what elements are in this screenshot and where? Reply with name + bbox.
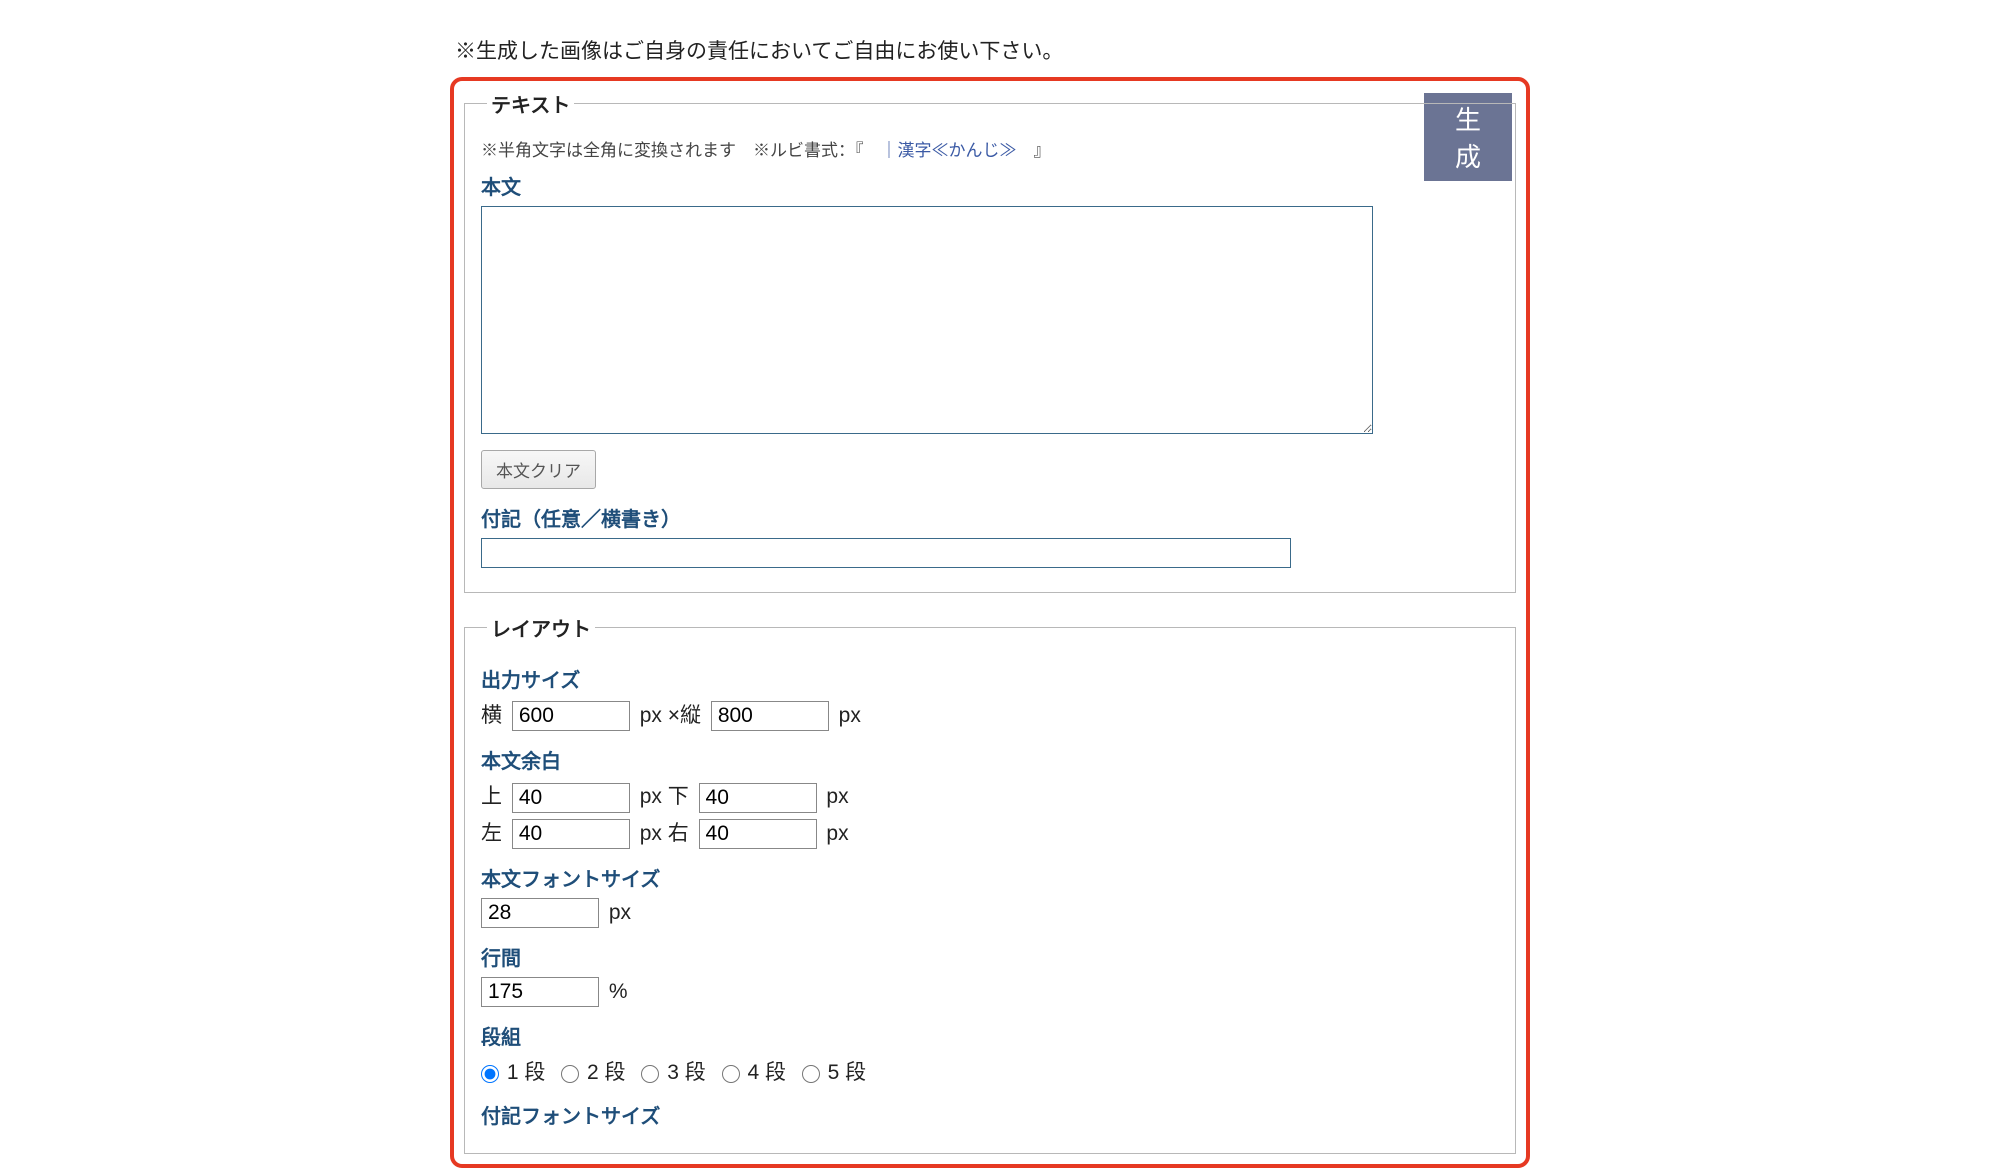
columns-option-5[interactable]: 5 段 <box>802 1061 866 1084</box>
font-size-input[interactable] <box>481 898 599 928</box>
layout-section: レイアウト 出力サイズ 横 px ×縦 px 本文余白 上 px 下 px <box>464 613 1516 1154</box>
text-section-note: ※半角文字は全角に変換されます ※ルビ書式：『 ｜漢字≪かんじ≫ 』 <box>481 136 1499 161</box>
ruby-format-example: ｜漢字≪かんじ≫ <box>881 141 1017 160</box>
margin-left-label: 左 <box>481 817 502 847</box>
columns-radio-1[interactable] <box>481 1065 499 1083</box>
note-label: 付記（任意／横書き） <box>481 503 1499 532</box>
line-height-row: % <box>481 977 1499 1007</box>
px-suffix-2: px <box>826 822 848 846</box>
margin-top-input[interactable] <box>512 783 630 813</box>
note-prefix: ※半角文字は全角に変換されます ※ルビ書式：『 <box>481 141 881 160</box>
margin-label: 本文余白 <box>481 745 1499 774</box>
output-size-row: 横 px ×縦 px <box>481 699 1499 731</box>
columns-radio-5[interactable] <box>802 1065 820 1083</box>
clear-body-button[interactable]: 本文クリア <box>481 450 596 489</box>
font-size-label: 本文フォントサイズ <box>481 863 1499 892</box>
body-label: 本文 <box>481 171 1499 200</box>
margin-bottom-label: px 下 <box>640 780 689 810</box>
width-label: 横 <box>481 699 502 729</box>
margin-right-input[interactable] <box>699 819 817 849</box>
line-height-label: 行間 <box>481 942 1499 971</box>
width-input[interactable] <box>512 701 630 731</box>
margin-row-2: 左 px 右 px <box>481 817 1499 849</box>
text-section: テキスト ※半角文字は全角に変換されます ※ルビ書式：『 ｜漢字≪かんじ≫ 』 … <box>464 89 1516 593</box>
columns-option-4[interactable]: 4 段 <box>722 1061 786 1084</box>
margin-row-1: 上 px 下 px <box>481 780 1499 812</box>
columns-option-3[interactable]: 3 段 <box>641 1061 705 1084</box>
note-font-size-label: 付記フォントサイズ <box>481 1100 1499 1129</box>
columns-label: 段組 <box>481 1021 1499 1050</box>
columns-radio-4[interactable] <box>722 1065 740 1083</box>
highlighted-region: 生 成 テキスト ※半角文字は全角に変換されます ※ルビ書式：『 ｜漢字≪かんじ… <box>450 77 1530 1168</box>
margin-right-label: px 右 <box>640 817 689 847</box>
body-textarea[interactable] <box>481 206 1373 434</box>
disclaimer-text: ※生成した画像はご自身の責任においてご自由にお使い下さい。 <box>455 35 1530 65</box>
font-size-suffix: px <box>609 901 631 925</box>
columns-radio-row: 1 段 2 段 3 段 4 段 5 段 <box>481 1056 1499 1086</box>
line-height-input[interactable] <box>481 977 599 1007</box>
columns-radio-3[interactable] <box>641 1065 659 1083</box>
font-size-row: px <box>481 898 1499 928</box>
line-height-suffix: % <box>609 980 628 1004</box>
columns-option-2[interactable]: 2 段 <box>561 1061 625 1084</box>
columns-radio-2[interactable] <box>561 1065 579 1083</box>
margin-bottom-input[interactable] <box>699 783 817 813</box>
margin-left-input[interactable] <box>512 819 630 849</box>
note-suffix: 』 <box>1017 141 1051 160</box>
px-suffix-1: px <box>826 785 848 809</box>
px-suffix: px <box>839 704 861 728</box>
margin-top-label: 上 <box>481 780 502 810</box>
px-x-height-label: px ×縦 <box>640 699 701 729</box>
columns-option-1[interactable]: 1 段 <box>481 1061 545 1084</box>
output-size-label: 出力サイズ <box>481 664 1499 693</box>
height-input[interactable] <box>711 701 829 731</box>
note-input[interactable] <box>481 538 1291 568</box>
layout-section-legend: レイアウト <box>487 613 595 642</box>
text-section-legend: テキスト <box>487 89 574 118</box>
